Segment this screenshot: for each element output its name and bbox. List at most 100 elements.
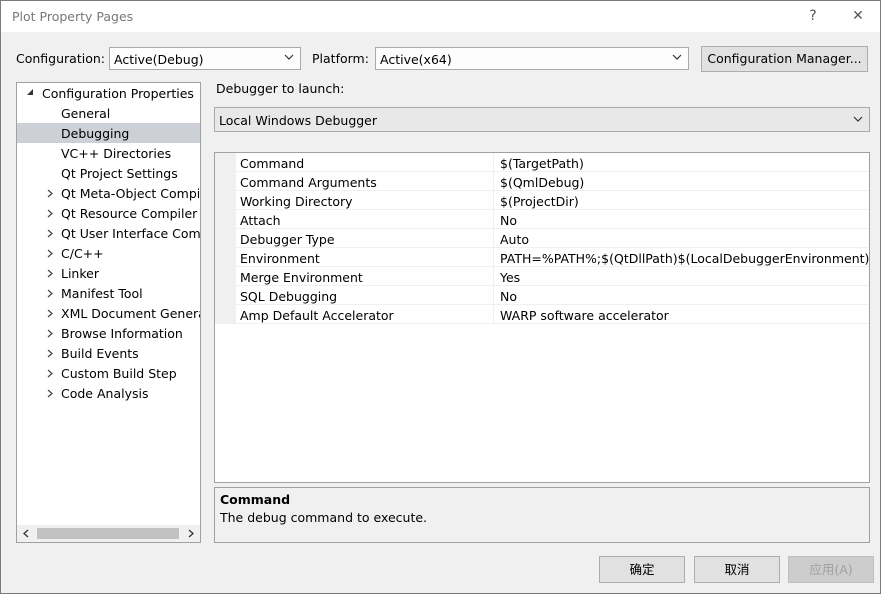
tree-item-label: Qt Project Settings: [61, 166, 178, 181]
expand-arrow-icon[interactable]: [47, 269, 53, 278]
help-button[interactable]: ?: [801, 6, 825, 26]
apply-button[interactable]: 应用(A): [788, 556, 874, 583]
description-text: The debug command to execute.: [220, 510, 428, 525]
tree-item-build-events[interactable]: Build Events: [17, 343, 200, 363]
chevron-down-icon: [672, 54, 682, 60]
property-grid: Command $(TargetPath) Command Arguments $(Q…: [214, 152, 870, 483]
row-gutter: [215, 210, 236, 229]
column-divider: [493, 286, 494, 305]
scroll-left-icon[interactable]: [22, 529, 30, 538]
property-row[interactable]: Debugger Type Auto: [215, 229, 869, 248]
configuration-manager-button[interactable]: Configuration Manager...: [701, 46, 868, 72]
tree-item-label: VC++ Directories: [61, 146, 172, 161]
property-name: Command Arguments: [240, 175, 377, 190]
tree-item-general[interactable]: General: [17, 103, 200, 123]
row-gutter: [215, 153, 236, 172]
property-row[interactable]: Working Directory $(ProjectDir): [215, 191, 869, 210]
platform-label: Platform:: [312, 51, 369, 66]
row-gutter: [215, 305, 236, 324]
tree-item-custom-build-step[interactable]: Custom Build Step: [17, 363, 200, 383]
property-value[interactable]: No: [500, 289, 517, 304]
property-value[interactable]: Yes: [500, 270, 520, 285]
property-value[interactable]: Auto: [500, 232, 529, 247]
tree-item-manifest-tool[interactable]: Manifest Tool: [17, 283, 200, 303]
tree-item-vc-directories[interactable]: VC++ Directories: [17, 143, 200, 163]
tree-root-configuration-properties[interactable]: Configuration Properties: [17, 83, 200, 103]
expand-arrow-icon[interactable]: [47, 209, 53, 218]
tree-item-label: Qt Meta-Object Compile: [61, 186, 201, 201]
expand-arrow-icon[interactable]: [47, 349, 53, 358]
property-value[interactable]: PATH=%PATH%;$(QtDllPath)$(LocalDebuggerE…: [500, 251, 869, 266]
debugger-launch-label: Debugger to launch:: [216, 81, 345, 96]
column-divider: [493, 210, 494, 229]
row-gutter: [215, 172, 236, 191]
configuration-dropdown[interactable]: Active(Debug): [109, 47, 301, 70]
scrollbar-thumb[interactable]: [37, 528, 179, 539]
close-button[interactable]: ✕: [846, 6, 870, 26]
tree-item-label: Build Events: [61, 346, 139, 361]
property-row[interactable]: Attach No: [215, 210, 869, 229]
configuration-label: Configuration:: [16, 51, 105, 66]
property-name: Attach: [240, 213, 281, 228]
tree-item-label: General: [61, 106, 111, 121]
tree-item-qt-user-interface-comp[interactable]: Qt User Interface Comp: [17, 223, 200, 243]
property-row[interactable]: Command $(TargetPath): [215, 153, 869, 172]
property-name: Working Directory: [240, 194, 353, 209]
expand-arrow-icon[interactable]: [47, 309, 53, 318]
title-bar: Plot Property Pages ? ✕: [1, 1, 880, 32]
property-row[interactable]: Environment PATH=%PATH%;$(QtDllPath)$(Loc…: [215, 248, 869, 267]
tree-item-c-c[interactable]: C/C++: [17, 243, 200, 263]
tree-item-debugging[interactable]: Debugging: [17, 123, 200, 143]
property-row[interactable]: Command Arguments $(QmlDebug): [215, 172, 869, 191]
cancel-button[interactable]: 取消: [694, 556, 780, 583]
expand-arrow-icon[interactable]: [47, 329, 53, 338]
expand-arrow-icon[interactable]: [47, 229, 53, 238]
property-value[interactable]: No: [500, 213, 517, 228]
window-title: Plot Property Pages: [12, 9, 134, 24]
property-value[interactable]: WARP software accelerator: [500, 308, 669, 323]
tree-item-qt-project-settings[interactable]: Qt Project Settings: [17, 163, 200, 183]
expand-arrow-icon[interactable]: [47, 369, 53, 378]
expand-arrow-icon[interactable]: [47, 189, 53, 198]
property-value[interactable]: $(ProjectDir): [500, 194, 579, 209]
row-gutter: [215, 286, 236, 305]
property-name: SQL Debugging: [240, 289, 338, 304]
tree-item-code-analysis[interactable]: Code Analysis: [17, 383, 200, 403]
row-divider: [236, 323, 869, 324]
tree-item-browse-information[interactable]: Browse Information: [17, 323, 200, 343]
description-title: Command: [220, 492, 291, 507]
property-row[interactable]: Merge Environment Yes: [215, 267, 869, 286]
property-pages-dialog: Plot Property Pages ? ✕ Configuration: A…: [0, 0, 881, 594]
tree-item-xml-document-generat[interactable]: XML Document Generat: [17, 303, 200, 323]
property-value[interactable]: $(TargetPath): [500, 156, 584, 171]
column-divider: [493, 248, 494, 267]
column-divider: [493, 153, 494, 172]
chevron-down-icon: [853, 116, 863, 122]
chevron-down-icon: [284, 54, 294, 60]
row-gutter: [215, 229, 236, 248]
tree-item-label: Browse Information: [61, 326, 183, 341]
property-tree: Configuration Properties General Debuggin…: [16, 82, 201, 543]
expand-arrow-icon[interactable]: [47, 249, 53, 258]
column-divider: [493, 191, 494, 210]
scroll-right-icon[interactable]: [187, 529, 195, 538]
expand-arrow-icon[interactable]: [47, 389, 53, 398]
tree-item-linker[interactable]: Linker: [17, 263, 200, 283]
property-row[interactable]: Amp Default Accelerator WARP software acc…: [215, 305, 869, 324]
tree-item-label: Custom Build Step: [61, 366, 177, 381]
ok-button[interactable]: 确定: [599, 556, 685, 583]
property-row[interactable]: SQL Debugging No: [215, 286, 869, 305]
tree-item-label: Code Analysis: [61, 386, 149, 401]
expand-arrow-icon[interactable]: [47, 289, 53, 298]
tree-item-label: Qt User Interface Comp: [61, 226, 201, 241]
row-gutter: [215, 191, 236, 210]
platform-dropdown[interactable]: Active(x64): [375, 47, 689, 70]
property-value[interactable]: $(QmlDebug): [500, 175, 584, 190]
column-divider: [493, 267, 494, 286]
tree-horizontal-scrollbar[interactable]: [17, 525, 200, 542]
tree-item-label: Configuration Properties: [42, 86, 194, 101]
tree-item-qt-meta-object-compile[interactable]: Qt Meta-Object Compile: [17, 183, 200, 203]
column-divider: [493, 305, 494, 324]
tree-item-qt-resource-compiler[interactable]: Qt Resource Compiler: [17, 203, 200, 223]
debugger-dropdown[interactable]: Local Windows Debugger: [214, 107, 870, 132]
